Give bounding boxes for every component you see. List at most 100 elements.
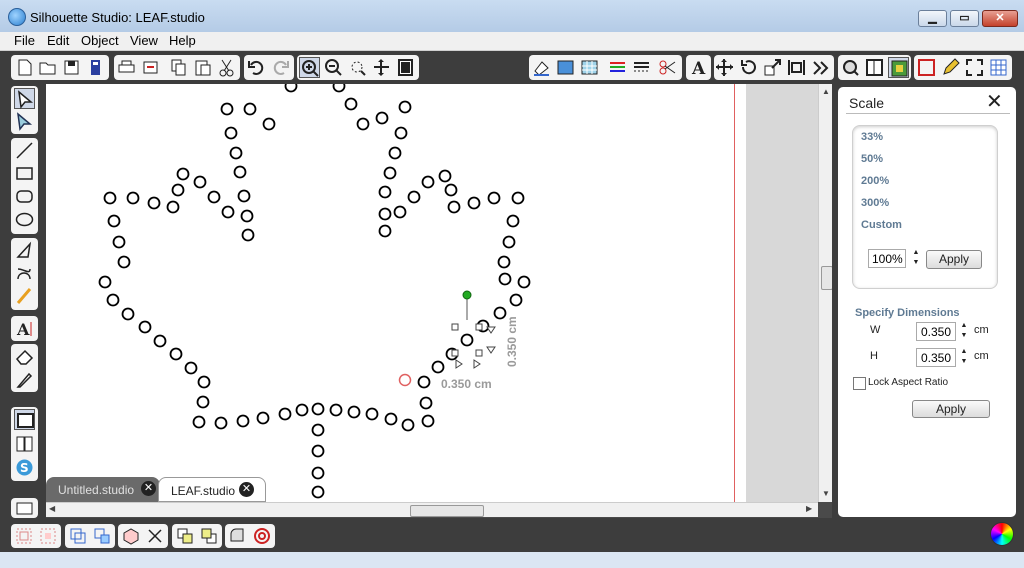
resize-handle[interactable] (451, 323, 459, 331)
rhinestone-dot[interactable] (214, 416, 228, 430)
rhinestone-dot[interactable] (407, 190, 421, 204)
close-tab-icon[interactable]: ✕ (141, 481, 156, 496)
menu-edit[interactable]: Edit (47, 33, 69, 48)
rhinestone-dot[interactable] (417, 375, 431, 389)
vertical-scrollbar[interactable]: ▲ ▼ (818, 84, 833, 502)
ellipse-tool-icon[interactable] (14, 209, 35, 230)
rhinestone-dot[interactable] (498, 272, 512, 286)
fullscreen-icon[interactable] (964, 57, 985, 78)
new-document-icon[interactable] (14, 57, 35, 78)
design-canvas[interactable]: 0.350 cm 0.350 cm (46, 84, 818, 502)
ungroup-icon[interactable] (38, 526, 58, 546)
rhinestone-dot[interactable] (311, 444, 325, 458)
rhinestone-dot[interactable] (112, 235, 126, 249)
store-icon[interactable] (864, 57, 885, 78)
scale-icon[interactable] (762, 57, 783, 78)
internal-offset-icon[interactable] (252, 526, 272, 546)
make-compound-icon[interactable] (68, 526, 88, 546)
rhinestone-dot[interactable] (393, 205, 407, 219)
resize-handle[interactable] (475, 349, 483, 357)
horizontal-scroll-thumb[interactable] (410, 505, 484, 517)
knife-tool-icon[interactable] (14, 369, 35, 390)
fill-icon[interactable] (531, 57, 552, 78)
tab-leaf[interactable]: LEAF.studio ✕ (158, 477, 266, 502)
height-input[interactable]: 0.350 (916, 348, 956, 367)
edit-points-icon[interactable] (14, 111, 35, 132)
rhinestone-dot[interactable] (460, 333, 474, 347)
scale-option-200[interactable]: 200% (861, 175, 889, 187)
maximize-button[interactable]: ▭ (950, 10, 979, 27)
rhinestone-dot[interactable] (344, 97, 358, 111)
zoom-in-icon[interactable] (299, 57, 320, 78)
horizontal-scrollbar[interactable]: ◀ ▶ (46, 502, 818, 517)
rhinestone-dot[interactable] (107, 214, 121, 228)
selected-dot[interactable] (398, 373, 412, 387)
rhinestone-dot[interactable] (384, 412, 398, 426)
rhinestone-dot[interactable] (487, 191, 501, 205)
menu-file[interactable]: File (14, 33, 35, 48)
rhinestone-dot[interactable] (509, 293, 523, 307)
freehand-tool-icon[interactable] (14, 286, 35, 307)
width-spin-down-icon[interactable]: ▼ (960, 332, 968, 340)
rhinestone-dot[interactable] (356, 117, 370, 131)
curve-tool-icon[interactable] (14, 263, 35, 284)
align-icon[interactable] (786, 57, 807, 78)
custom-scale-input[interactable]: 100% (868, 249, 906, 268)
rhinestone-dot[interactable] (241, 228, 255, 242)
rhinestone-dot[interactable] (311, 466, 325, 480)
rhinestone-dot[interactable] (398, 100, 412, 114)
save-icon[interactable] (61, 57, 82, 78)
rhinestone-dot[interactable] (365, 407, 379, 421)
page-setup-icon[interactable] (555, 57, 576, 78)
rhinestone-dot[interactable] (497, 255, 511, 269)
rhinestone-dot[interactable] (169, 347, 183, 361)
transform-icon[interactable] (714, 57, 735, 78)
rhinestone-dot[interactable] (229, 146, 243, 160)
text-tool-icon[interactable]: A (14, 318, 35, 339)
close-window-button[interactable]: ✕ (982, 10, 1018, 27)
rhinestone-dot[interactable] (447, 200, 461, 214)
rhinestone-dot[interactable] (236, 414, 250, 428)
height-spin-down-icon[interactable]: ▼ (960, 358, 968, 366)
width-input[interactable]: 0.350 (916, 322, 956, 341)
fit-page-icon[interactable] (395, 57, 416, 78)
rhinestone-dot[interactable] (383, 166, 397, 180)
delete-icon[interactable] (145, 526, 165, 546)
scroll-left-icon[interactable]: ◀ (49, 504, 55, 513)
bring-forward-icon[interactable] (175, 526, 195, 546)
undo-icon[interactable] (246, 57, 267, 78)
zoom-select-icon[interactable] (347, 57, 368, 78)
rotate-icon[interactable] (738, 57, 759, 78)
rhinestone-dot[interactable] (378, 207, 392, 221)
rhinestone-dot[interactable] (153, 334, 167, 348)
close-tab-icon[interactable]: ✕ (239, 482, 254, 497)
rhinestone-dot[interactable] (347, 405, 361, 419)
rhinestone-dot[interactable] (184, 361, 198, 375)
paste-icon[interactable] (192, 57, 213, 78)
rhinestone-dot[interactable] (284, 84, 298, 93)
print-icon[interactable] (116, 57, 137, 78)
register-icon[interactable] (916, 57, 937, 78)
cut-settings-icon[interactable] (657, 57, 678, 78)
rhinestone-dot[interactable] (256, 411, 270, 425)
redo-icon[interactable] (270, 57, 291, 78)
scale-option-50[interactable]: 50% (861, 153, 883, 165)
release-compound-icon[interactable] (92, 526, 112, 546)
library-icon[interactable] (840, 57, 861, 78)
scroll-down-icon[interactable]: ▼ (822, 489, 830, 498)
rhinestone-dot[interactable] (138, 320, 152, 334)
replicate-icon[interactable] (810, 57, 831, 78)
rhinestone-dot[interactable] (192, 415, 206, 429)
line-color-icon[interactable] (607, 57, 628, 78)
rhinestone-dot[interactable] (419, 396, 433, 410)
rhinestone-dot[interactable] (431, 360, 445, 374)
design-page-icon[interactable] (14, 409, 35, 430)
open-icon[interactable] (37, 57, 58, 78)
line-tool-icon[interactable] (14, 140, 35, 161)
silhouette-store-icon[interactable]: S (14, 457, 35, 478)
pan-icon[interactable] (371, 57, 392, 78)
rhinestone-dot[interactable] (394, 126, 408, 140)
rhinestone-dot[interactable] (220, 102, 234, 116)
rhinestone-dot[interactable] (103, 191, 117, 205)
menu-object[interactable]: Object (81, 33, 119, 48)
